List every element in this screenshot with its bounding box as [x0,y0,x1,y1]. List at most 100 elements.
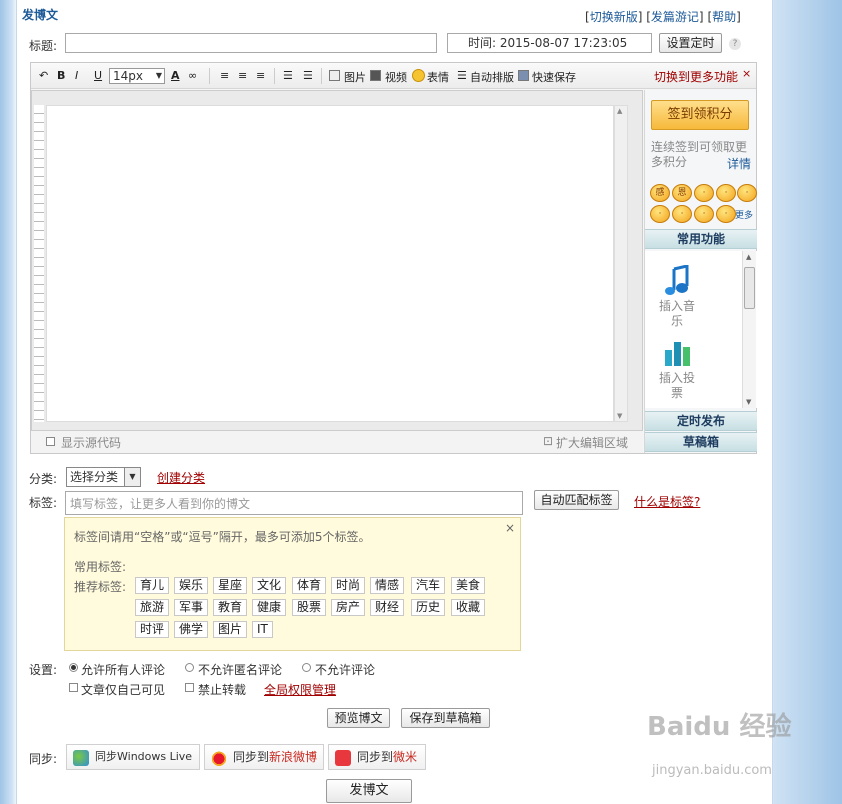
set-time-button[interactable]: 设置定时 [659,33,722,53]
scheduled-publish-header[interactable]: 定时发布 [645,411,757,431]
allow-all-comments-radio[interactable] [69,663,78,672]
drafts-header[interactable]: 草稿箱 [645,432,757,452]
tag-option[interactable]: 房产 [331,599,366,616]
video-icon[interactable] [370,70,381,81]
more-emotions-link[interactable]: 更多 [735,208,753,221]
chevron-down-icon[interactable]: ▼ [124,468,140,486]
only-me-checkbox[interactable] [69,683,78,692]
emotion-icon[interactable]: · [694,205,714,223]
emotion-icon[interactable]: · [716,184,736,202]
scroll-up-icon[interactable]: ▲ [746,253,751,261]
scroll-up-icon[interactable]: ▲ [617,107,622,115]
no-comment-radio[interactable] [302,663,311,672]
tag-option[interactable]: 教育 [213,599,248,616]
tag-option[interactable]: 育儿 [135,577,170,594]
save-draft-button[interactable]: 保存到草稿箱 [401,708,490,728]
emotion-icon[interactable]: · [650,205,670,223]
publish-button[interactable]: 发博文 [326,779,412,803]
numbered-list-icon[interactable]: ☰ [303,69,313,82]
show-source-checkbox[interactable] [46,437,55,446]
travelogue-link[interactable]: 发篇游记 [651,10,699,24]
tags-input[interactable]: 填写标签，让更多人看到你的博文 [65,491,523,515]
tag-option[interactable]: 美食 [451,577,486,594]
emotion-button[interactable]: 表情 [427,69,449,85]
tag-option[interactable]: 健康 [252,599,287,616]
switch-new-version-link[interactable]: 切换新版 [590,10,638,24]
tag-option[interactable]: 图片 [213,621,248,638]
auto-match-tags-button[interactable]: 自动匹配标签 [534,490,619,510]
insert-music-label[interactable]: 插入音乐 [657,299,697,329]
tag-option[interactable]: IT [252,621,273,638]
align-center-icon[interactable]: ≡ [238,69,247,82]
tag-option[interactable]: 文化 [252,577,287,594]
tag-option[interactable]: 星座 [213,577,248,594]
functions-scrollbar[interactable]: ▲ ▼ [742,251,756,408]
sync-weimi-button[interactable]: 同步到微米 [328,744,426,770]
title-input[interactable] [65,33,437,53]
sync-weibo-button[interactable]: 同步到新浪微博 [204,744,324,770]
scroll-thumb[interactable] [744,267,755,309]
sync-windows-live-button[interactable]: 同步Windows Live [66,744,200,770]
details-link[interactable]: 详情 [727,155,751,172]
tag-option[interactable]: 体育 [292,577,327,594]
tag-option[interactable]: 佛学 [174,621,209,638]
align-right-icon[interactable]: ≡ [256,69,265,82]
auto-layout-icon[interactable]: ☰ [457,69,467,82]
insert-vote-label[interactable]: 插入投票 [657,371,697,401]
create-category-link[interactable]: 创建分类 [157,469,205,486]
tag-option[interactable]: 情感 [370,577,405,594]
auto-layout-button[interactable]: 自动排版 [470,69,514,85]
no-anonymous-radio[interactable] [185,663,194,672]
tag-option[interactable]: 时尚 [331,577,366,594]
scroll-down-icon[interactable]: ▼ [617,412,622,420]
no-repost-checkbox[interactable] [185,683,194,692]
global-permission-link[interactable]: 全局权限管理 [264,681,336,698]
tag-option[interactable]: 娱乐 [174,577,209,594]
emotion-icon[interactable]: 感 [650,184,670,202]
emotion-icon[interactable]: · [694,184,714,202]
close-icon[interactable]: × [742,67,751,80]
editor-scrollbar[interactable]: ▲ ▼ [614,105,628,422]
category-select[interactable]: 选择分类 ▼ [66,467,141,487]
vote-icon[interactable] [663,338,693,366]
help-link[interactable]: 帮助 [712,10,736,24]
tag-option[interactable]: 时评 [135,621,170,638]
expand-area-link[interactable]: 扩大编辑区域 [556,434,628,451]
common-functions-header[interactable]: 常用功能 [645,229,757,249]
font-color-icon[interactable]: A [171,69,180,82]
expand-icon[interactable]: ⊡ [543,434,553,448]
tag-option[interactable]: 汽车 [411,577,446,594]
close-icon[interactable]: × [505,521,515,535]
italic-button[interactable]: I [75,69,78,82]
picture-icon[interactable] [329,70,340,81]
emotion-icon[interactable]: · [716,205,736,223]
switch-more-functions-link[interactable]: 切换到更多功能 [654,68,738,85]
tag-option[interactable]: 历史 [411,599,446,616]
music-icon[interactable] [665,264,691,295]
align-left-icon[interactable]: ≡ [220,69,229,82]
tag-option[interactable]: 收藏 [451,599,486,616]
emotion-icon[interactable]: · [672,205,692,223]
tag-option[interactable]: 军事 [174,599,209,616]
editor-content-area[interactable] [46,105,614,422]
what-is-tag-link[interactable]: 什么是标签? [634,493,700,510]
bold-button[interactable]: B [57,69,65,82]
undo-icon[interactable]: ↶ [39,69,48,82]
tag-option[interactable]: 财经 [370,599,405,616]
underline-button[interactable]: U [94,69,102,82]
tag-option[interactable]: 旅游 [135,599,170,616]
picture-button[interactable]: 图片 [344,69,366,85]
video-button[interactable]: 视频 [385,69,407,85]
sign-in-points-button[interactable]: 签到领积分 [651,100,749,130]
emotion-icon[interactable]: · [737,184,757,202]
emotion-icon[interactable]: 恩 [672,184,692,202]
tag-option[interactable]: 股票 [292,599,327,616]
save-icon[interactable] [518,70,529,81]
quick-save-button[interactable]: 快速保存 [532,69,576,85]
help-icon[interactable]: ? [729,38,741,50]
preview-button[interactable]: 预览博文 [327,708,390,728]
link-icon[interactable]: ∞ [188,69,197,82]
font-size-select[interactable]: 14px ▼ [109,68,165,84]
bullet-list-icon[interactable]: ☰ [283,69,293,82]
scroll-down-icon[interactable]: ▼ [746,398,751,406]
